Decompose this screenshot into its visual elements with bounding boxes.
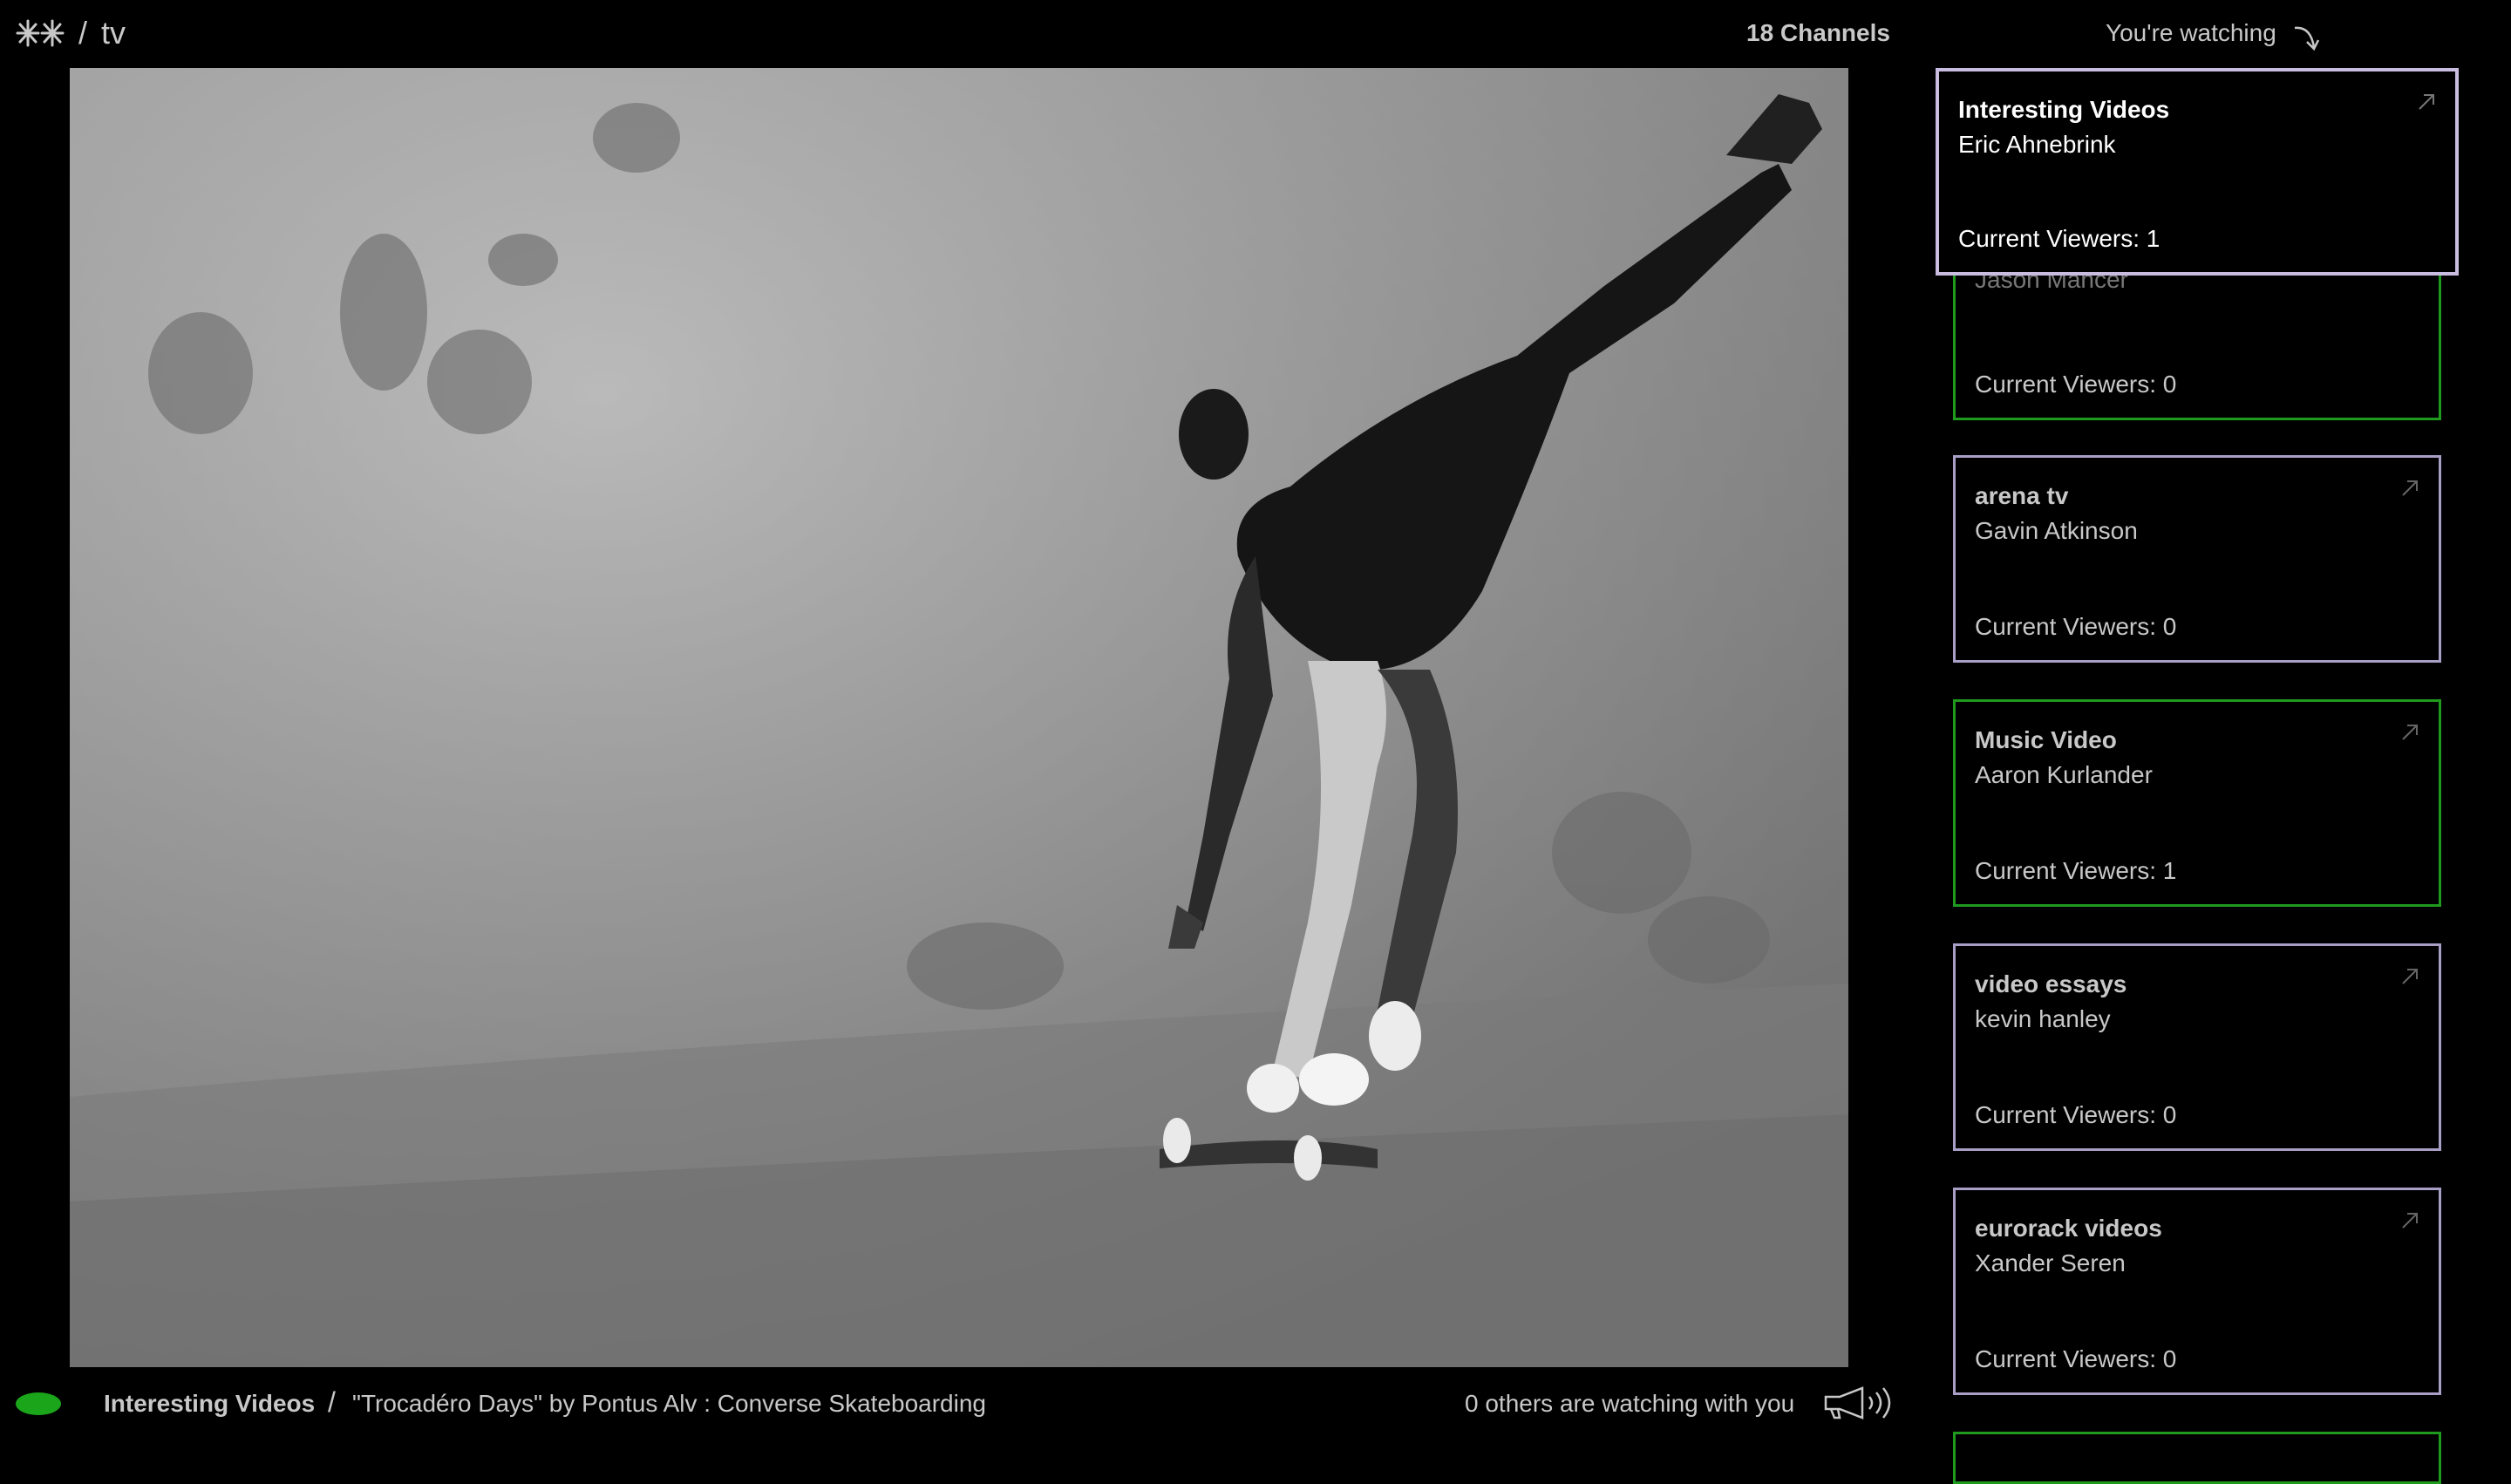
now-playing-channel[interactable]: Interesting Videos [104, 1390, 315, 1418]
channel-owner: Gavin Atkinson [1975, 517, 2138, 544]
channel-viewers: Current Viewers: 0 [1975, 1345, 2177, 1372]
channel-owner: Eric Ahnebrink [1958, 131, 2116, 158]
channels-count[interactable]: 18 Channels [1746, 19, 1890, 47]
live-indicator [16, 1392, 61, 1415]
open-channel-icon[interactable] [2400, 479, 2419, 502]
channel-title: Interesting Videos [1958, 96, 2170, 123]
channel-viewers: Current Viewers: 0 [1975, 613, 2177, 640]
channel-owner: Aaron Kurlander [1975, 761, 2153, 788]
channel-card[interactable]: video essays kevin hanley Current Viewer… [1953, 943, 2441, 1151]
megaphone-sound-icon[interactable] [1822, 1385, 1894, 1426]
curved-arrow-down-icon [2291, 23, 2323, 58]
channel-viewers: Current Viewers: 0 [1975, 371, 2177, 398]
youre-watching-label: You're watching [2106, 19, 2276, 46]
channel-title: Music Video [1975, 726, 2117, 753]
channel-title: video essays [1975, 970, 2127, 997]
channel-viewers: Current Viewers: 1 [1958, 225, 2161, 252]
open-channel-icon[interactable] [2400, 723, 2419, 746]
breadcrumb-tv[interactable]: tv [101, 15, 126, 51]
video-frame [70, 68, 1848, 1367]
channel-title: eurorack videos [1975, 1215, 2162, 1242]
video-player[interactable] [70, 68, 1848, 1367]
channel-card[interactable] [1953, 1432, 2441, 1484]
open-channel-icon[interactable] [2400, 967, 2419, 990]
now-playing-title[interactable]: "Trocadéro Days" by Pontus Alv : Convers… [352, 1390, 986, 1418]
channel-title: arena tv [1975, 482, 2069, 509]
channel-owner: kevin hanley [1975, 1005, 2111, 1032]
channel-card[interactable]: arena tv Gavin Atkinson Current Viewers:… [1953, 455, 2441, 663]
open-channel-icon[interactable] [2417, 92, 2436, 116]
channel-owner: Xander Seren [1975, 1249, 2126, 1276]
now-playing-separator: / [328, 1386, 336, 1418]
channel-viewers: Current Viewers: 1 [1975, 857, 2177, 884]
channel-viewers: Current Viewers: 0 [1975, 1101, 2177, 1128]
channel-card[interactable]: Music Video Aaron Kurlander Current View… [1953, 699, 2441, 907]
others-watching-count: 0 others are watching with you [1465, 1390, 1795, 1417]
open-channel-icon[interactable] [2400, 1211, 2419, 1235]
channel-card[interactable]: eurorack videos Xander Seren Current Vie… [1953, 1188, 2441, 1395]
breadcrumb-separator: / [78, 15, 88, 51]
asterisks-logo-icon [16, 19, 65, 47]
site-logo[interactable]: / tv [16, 12, 126, 54]
channel-card-active[interactable]: Interesting Videos Eric Ahnebrink Curren… [1936, 68, 2459, 276]
